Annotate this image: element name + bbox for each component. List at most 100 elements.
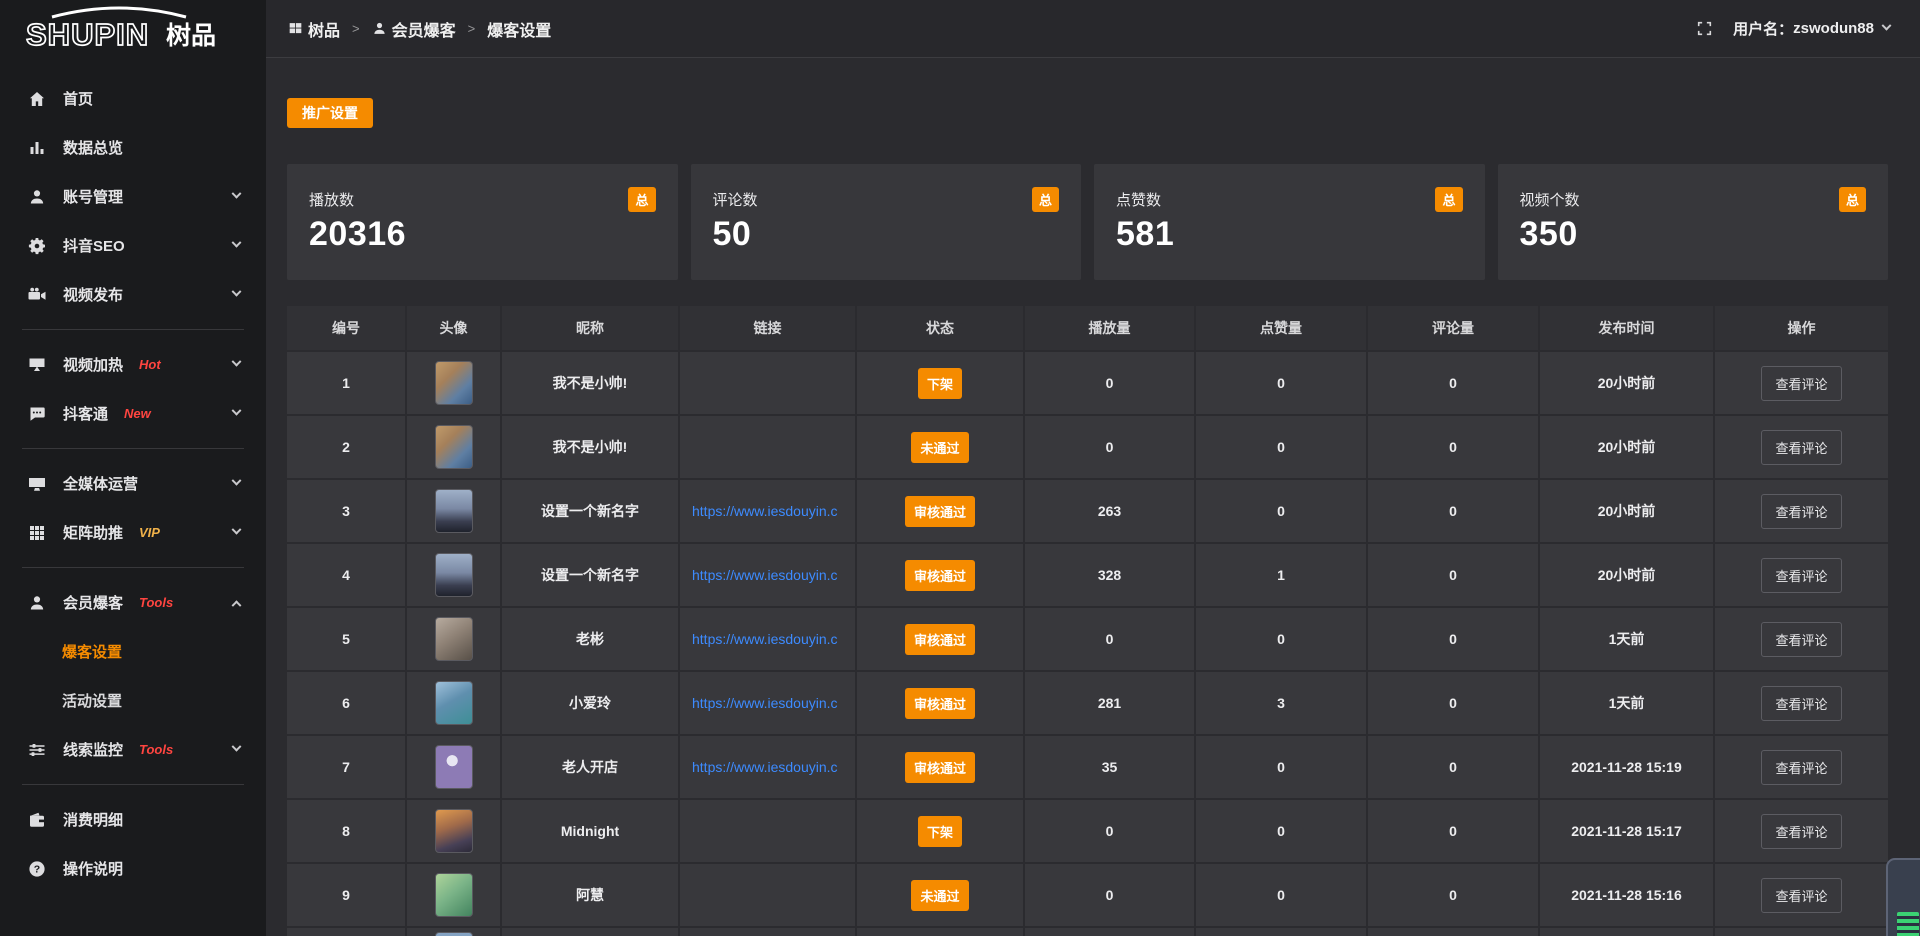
- table-row: 8 Midnight 下架 0 0 0 2021-11-28 15:17 查看评…: [287, 800, 1888, 862]
- sliders-icon: [28, 741, 46, 759]
- cell-nickname: 设置一个新名字: [502, 544, 680, 606]
- sidebar-item-matrix-boost[interactable]: 矩阵助推 VIP: [0, 508, 266, 557]
- status-badge[interactable]: 审核通过: [905, 688, 975, 719]
- cell-nickname: 老彬: [502, 608, 680, 670]
- status-badge[interactable]: 审核通过: [905, 624, 975, 655]
- sidebar-item-label: 消费明细: [63, 809, 123, 830]
- cell-comments: [1368, 928, 1540, 936]
- promo-settings-button[interactable]: 推广设置: [287, 98, 373, 128]
- cell-comments: 0: [1368, 544, 1540, 606]
- chevron-down-icon: [232, 357, 242, 367]
- col-header-plays: 播放量: [1025, 306, 1196, 350]
- sidebar-item-video-publish[interactable]: 视频发布: [0, 270, 266, 319]
- sidebar-subitem-activity-settings[interactable]: 活动设置: [0, 676, 266, 725]
- sidebar-item-home[interactable]: 首页: [0, 74, 266, 123]
- cell-actions: [1715, 928, 1888, 936]
- stat-card-videos: 视频个数 350 总: [1498, 164, 1889, 280]
- sidebar-item-douketong[interactable]: 抖客通 New: [0, 389, 266, 438]
- status-badge[interactable]: 下架: [918, 368, 962, 399]
- view-comments-button[interactable]: 查看评论: [1761, 622, 1841, 657]
- total-badge: 总: [1435, 187, 1462, 212]
- video-link[interactable]: https://www.iesdouyin.c: [680, 567, 855, 583]
- view-comments-button[interactable]: 查看评论: [1761, 878, 1841, 913]
- table-row: 5 老彬 https://www.iesdouyin.c 审核通过 0 0 0 …: [287, 608, 1888, 670]
- view-comments-button[interactable]: 查看评论: [1761, 814, 1841, 849]
- view-comments-button[interactable]: 查看评论: [1761, 494, 1841, 529]
- gear-icon: [28, 237, 46, 255]
- view-comments-button[interactable]: 查看评论: [1761, 558, 1841, 593]
- stat-label: 评论数: [713, 189, 1058, 210]
- col-header-actions: 操作: [1715, 306, 1888, 350]
- sidebar-item-consumption-details[interactable]: 消费明细: [0, 795, 266, 844]
- avatar: [435, 873, 473, 917]
- videos-table: 编号 头像 昵称 链接 状态 播放量 点赞量 评论量 发布时间 操作 1 我不是…: [287, 304, 1888, 936]
- stat-value: 50: [713, 215, 1058, 254]
- sidebar-item-data-overview[interactable]: 数据总览: [0, 123, 266, 172]
- vip-badge: VIP: [139, 525, 160, 540]
- cell-comments: 0: [1368, 736, 1540, 798]
- user-menu[interactable]: 用户名： zswodun88: [1733, 18, 1890, 39]
- sidebar-item-account-management[interactable]: 账号管理: [0, 172, 266, 221]
- breadcrumb-item-member-baoke[interactable]: 会员爆客: [372, 17, 456, 41]
- status-badge[interactable]: 审核通过: [905, 496, 975, 527]
- col-header-comments: 评论量: [1368, 306, 1540, 350]
- cell-likes: 0: [1196, 480, 1368, 542]
- stat-card-plays: 播放数 20316 总: [287, 164, 678, 280]
- monitor-icon: [28, 475, 46, 493]
- table-row: 7 老人开店 https://www.iesdouyin.c 审核通过 35 0…: [287, 736, 1888, 798]
- cell-nickname: 我不是小帅!: [502, 416, 680, 478]
- chevron-down-icon: [1882, 21, 1892, 31]
- sidebar-item-label: 账号管理: [63, 186, 123, 207]
- status-badge[interactable]: 审核通过: [905, 752, 975, 783]
- fullscreen-icon[interactable]: [1696, 20, 1713, 37]
- sidebar-item-member-baoke[interactable]: 会员爆客 Tools: [0, 578, 266, 627]
- stat-card-comments: 评论数 50 总: [691, 164, 1082, 280]
- cell-plays: 0: [1025, 416, 1196, 478]
- cell-nickname: [502, 928, 680, 936]
- video-link[interactable]: https://www.iesdouyin.c: [680, 503, 855, 519]
- sidebar-divider: [22, 448, 244, 449]
- view-comments-button[interactable]: 查看评论: [1761, 750, 1841, 785]
- sidebar-item-instructions[interactable]: ? 操作说明: [0, 844, 266, 893]
- sidebar-item-douyin-seo[interactable]: 抖音SEO: [0, 221, 266, 270]
- sidebar-item-label: 会员爆客: [63, 592, 123, 613]
- video-link[interactable]: https://www.iesdouyin.c: [680, 759, 855, 775]
- col-header-avatar: 头像: [407, 306, 502, 350]
- avatar: [435, 361, 473, 405]
- cell-id: [287, 928, 407, 936]
- sidebar-item-all-media[interactable]: 全媒体运营: [0, 459, 266, 508]
- status-badge[interactable]: 下架: [918, 816, 962, 847]
- cell-nickname: 小爱玲: [502, 672, 680, 734]
- cell-time: 2021-11-28 15:17: [1540, 800, 1715, 862]
- breadcrumb-item-baoke-settings[interactable]: 爆客设置: [487, 17, 551, 41]
- chevron-down-icon: [232, 287, 242, 297]
- cell-id: 5: [287, 608, 407, 670]
- sidebar-item-label: 抖音SEO: [63, 235, 125, 256]
- cell-link: [680, 928, 857, 936]
- cell-nickname: 设置一个新名字: [502, 480, 680, 542]
- table-row: 1 我不是小帅! 下架 0 0 0 20小时前 查看评论: [287, 352, 1888, 414]
- sidebar-item-video-heating[interactable]: 视频加热 Hot: [0, 340, 266, 389]
- col-header-publish-time: 发布时间: [1540, 306, 1715, 350]
- status-badge[interactable]: 审核通过: [905, 560, 975, 591]
- sidebar-subitem-label: 活动设置: [62, 690, 122, 711]
- total-badge: 总: [628, 187, 655, 212]
- sidebar-divider: [22, 784, 244, 785]
- view-comments-button[interactable]: 查看评论: [1761, 366, 1841, 401]
- view-comments-button[interactable]: 查看评论: [1761, 430, 1841, 465]
- user-icon: [372, 21, 387, 36]
- status-badge[interactable]: 未通过: [911, 432, 968, 463]
- sidebar-divider: [22, 567, 244, 568]
- breadcrumb-separator: >: [352, 21, 360, 36]
- view-comments-button[interactable]: 查看评论: [1761, 686, 1841, 721]
- sidebar-subitem-baoke-settings[interactable]: 爆客设置: [0, 627, 266, 676]
- stat-card-likes: 点赞数 581 总: [1094, 164, 1485, 280]
- floating-widget[interactable]: [1886, 858, 1920, 936]
- breadcrumb-item-shupin[interactable]: 树品: [288, 17, 340, 41]
- status-badge[interactable]: 未通过: [911, 880, 968, 911]
- video-link[interactable]: https://www.iesdouyin.c: [680, 631, 855, 647]
- stat-value: 20316: [309, 215, 654, 254]
- sidebar-item-clue-monitor[interactable]: 线索监控 Tools: [0, 725, 266, 774]
- video-link[interactable]: https://www.iesdouyin.c: [680, 695, 855, 711]
- sidebar-item-label: 视频发布: [63, 284, 123, 305]
